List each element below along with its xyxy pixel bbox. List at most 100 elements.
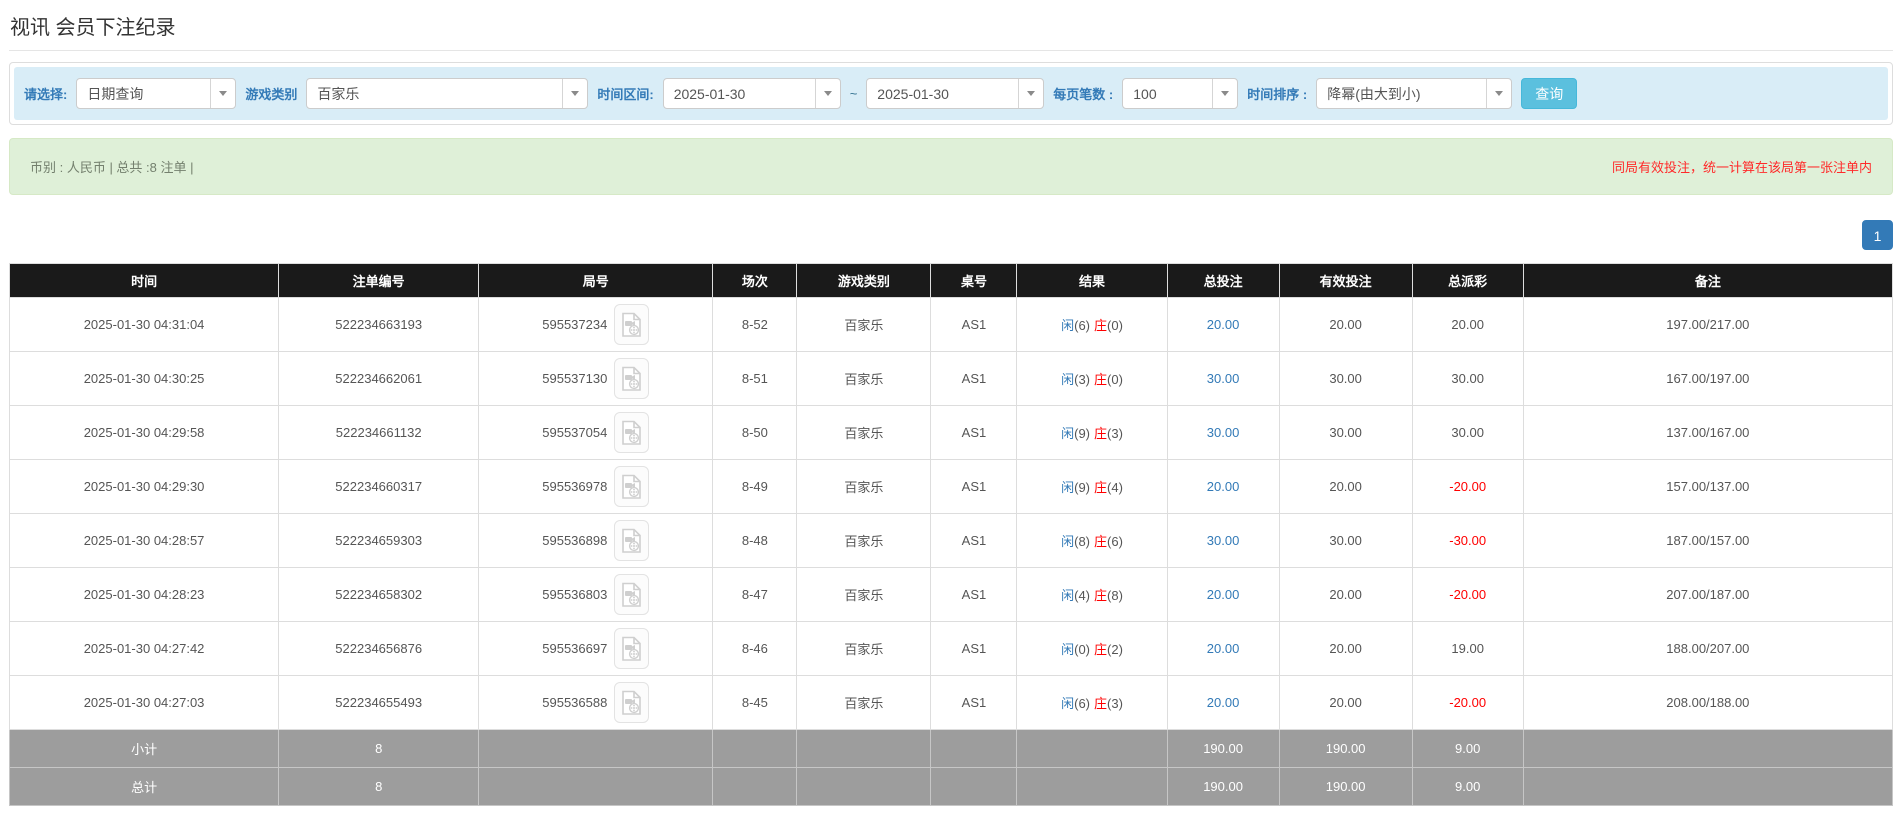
- cell-time: 2025-01-30 04:28:23: [8, 567, 280, 622]
- date-from-value: 2025-01-30: [673, 85, 746, 102]
- total-bet-link[interactable]: 20.00: [1207, 479, 1240, 494]
- cell-total-bet: 30.00: [1166, 513, 1280, 568]
- cell-time: 2025-01-30 04:31:04: [8, 297, 280, 352]
- cell-valid-bet: 20.00: [1278, 675, 1413, 730]
- cell-game: 百家乐: [796, 459, 932, 514]
- total-empty: [796, 767, 932, 806]
- player-result-label: 闲: [1061, 480, 1075, 495]
- chevron-down-icon: [562, 79, 587, 108]
- total-bet-link[interactable]: 30.00: [1207, 533, 1240, 548]
- cell-session: 8-48: [712, 513, 798, 568]
- video-file-icon[interactable]: [614, 304, 650, 345]
- subtotal-empty: [796, 729, 932, 768]
- cell-valid-bet: 30.00: [1278, 405, 1413, 460]
- table-row: 2025-01-30 04:29:58 522234661132 5955370…: [8, 405, 1894, 460]
- total-bet-link[interactable]: 20.00: [1207, 641, 1240, 656]
- cell-result: 闲(9) 庄(4): [1016, 459, 1168, 514]
- cell-table-no: AS1: [930, 351, 1018, 406]
- subtotal-empty: [1016, 729, 1168, 768]
- game-category-select[interactable]: 百家乐: [306, 78, 589, 109]
- player-result-points: (9): [1074, 480, 1090, 495]
- cell-time: 2025-01-30 04:27:03: [8, 675, 280, 730]
- banker-result-label: 庄: [1094, 426, 1108, 441]
- cell-bet-id: 522234655493: [278, 675, 480, 730]
- subtotal-empty: [1522, 729, 1894, 768]
- video-file-icon[interactable]: [614, 628, 650, 669]
- game-category-label: 游戏类别: [245, 87, 298, 102]
- cell-bet-id: 522234656876: [278, 621, 480, 676]
- banker-result-label: 庄: [1094, 696, 1108, 711]
- player-result-label: 闲: [1061, 372, 1075, 387]
- cell-remark: 207.00/187.00: [1522, 567, 1894, 622]
- cell-game: 百家乐: [796, 405, 932, 460]
- cell-remark: 208.00/188.00: [1522, 675, 1894, 730]
- table-row: 2025-01-30 04:29:30 522234660317 5955369…: [8, 459, 1894, 514]
- subtotal-count: 8: [278, 729, 480, 768]
- table-row: 2025-01-30 04:28:23 522234658302 5955368…: [8, 567, 1894, 622]
- video-file-icon[interactable]: [614, 574, 650, 615]
- cell-table-no: AS1: [930, 621, 1018, 676]
- header-round-id: 局号: [478, 263, 714, 298]
- cell-session: 8-49: [712, 459, 798, 514]
- page-1-button[interactable]: 1: [1862, 220, 1893, 250]
- video-file-icon[interactable]: [614, 466, 650, 507]
- total-bet-link[interactable]: 20.00: [1207, 317, 1240, 332]
- cell-game: 百家乐: [796, 513, 932, 568]
- table-footer: 小计 8 190.00 190.00 9.00 总计 8 190.00 190.…: [8, 729, 1894, 806]
- video-file-icon[interactable]: [614, 520, 650, 561]
- search-button[interactable]: 查询: [1521, 78, 1578, 109]
- cell-valid-bet: 20.00: [1278, 621, 1413, 676]
- title-divider: [9, 50, 1893, 51]
- subtotal-label: 小计: [8, 729, 280, 768]
- header-session: 场次: [712, 263, 798, 298]
- player-result-label: 闲: [1061, 534, 1075, 549]
- table-body: 2025-01-30 04:31:04 522234663193 5955372…: [8, 297, 1894, 730]
- banker-result-label: 庄: [1094, 588, 1108, 603]
- chevron-down-icon: [1212, 79, 1237, 108]
- table-row: 2025-01-30 04:30:25 522234662061 5955371…: [8, 351, 1894, 406]
- video-file-icon[interactable]: [614, 682, 650, 723]
- cell-result: 闲(6) 庄(3): [1016, 675, 1168, 730]
- round-id-text: 595537130: [542, 371, 608, 386]
- chevron-down-icon: [814, 79, 840, 108]
- header-result: 结果: [1016, 263, 1168, 298]
- page-size-label: 每页笔数 :: [1053, 87, 1114, 102]
- cell-round-id: 595536588: [478, 675, 714, 730]
- video-file-icon[interactable]: [614, 358, 650, 399]
- cell-session: 8-52: [712, 297, 798, 352]
- cell-total-bet: 20.00: [1166, 567, 1280, 622]
- cell-table-no: AS1: [930, 675, 1018, 730]
- subtotal-total-bet: 190.00: [1166, 729, 1280, 768]
- currency-summary-text: 币别 : 人民币 | 总共 :8 注单 |: [30, 160, 194, 175]
- banker-result-points: (6): [1107, 534, 1123, 549]
- subtotal-valid-bet: 190.00: [1278, 729, 1413, 768]
- total-bet-link[interactable]: 30.00: [1207, 371, 1240, 386]
- total-payout: 9.00: [1411, 767, 1524, 806]
- total-bet-link[interactable]: 30.00: [1207, 425, 1240, 440]
- cell-game: 百家乐: [796, 567, 932, 622]
- video-file-icon[interactable]: [614, 412, 650, 453]
- header-time: 时间: [8, 263, 280, 298]
- player-result-points: (3): [1074, 372, 1090, 387]
- query-type-select[interactable]: 日期查询: [76, 78, 237, 109]
- page-size-select[interactable]: 100: [1122, 78, 1239, 109]
- player-result-points: (0): [1074, 642, 1090, 657]
- banker-result-label: 庄: [1094, 372, 1108, 387]
- cell-game: 百家乐: [796, 351, 932, 406]
- cell-total-bet: 20.00: [1166, 297, 1280, 352]
- total-bet-link[interactable]: 20.00: [1207, 587, 1240, 602]
- header-valid-bet: 有效投注: [1278, 263, 1413, 298]
- cell-session: 8-50: [712, 405, 798, 460]
- sort-order-select[interactable]: 降幂(由大到小): [1316, 78, 1513, 109]
- total-bet-link[interactable]: 20.00: [1207, 695, 1240, 710]
- player-result-points: (9): [1074, 426, 1090, 441]
- cell-round-id: 595537054: [478, 405, 714, 460]
- cell-bet-id: 522234663193: [278, 297, 480, 352]
- date-from-select[interactable]: 2025-01-30: [662, 78, 841, 109]
- cell-result: 闲(9) 庄(3): [1016, 405, 1168, 460]
- cell-payout: 30.00: [1411, 351, 1524, 406]
- banker-result-points: (0): [1107, 372, 1123, 387]
- summary-bar: 币别 : 人民币 | 总共 :8 注单 | 同局有效投注，统一计算在该局第一张注…: [9, 138, 1893, 195]
- total-empty: [478, 767, 714, 806]
- date-to-select[interactable]: 2025-01-30: [866, 78, 1045, 109]
